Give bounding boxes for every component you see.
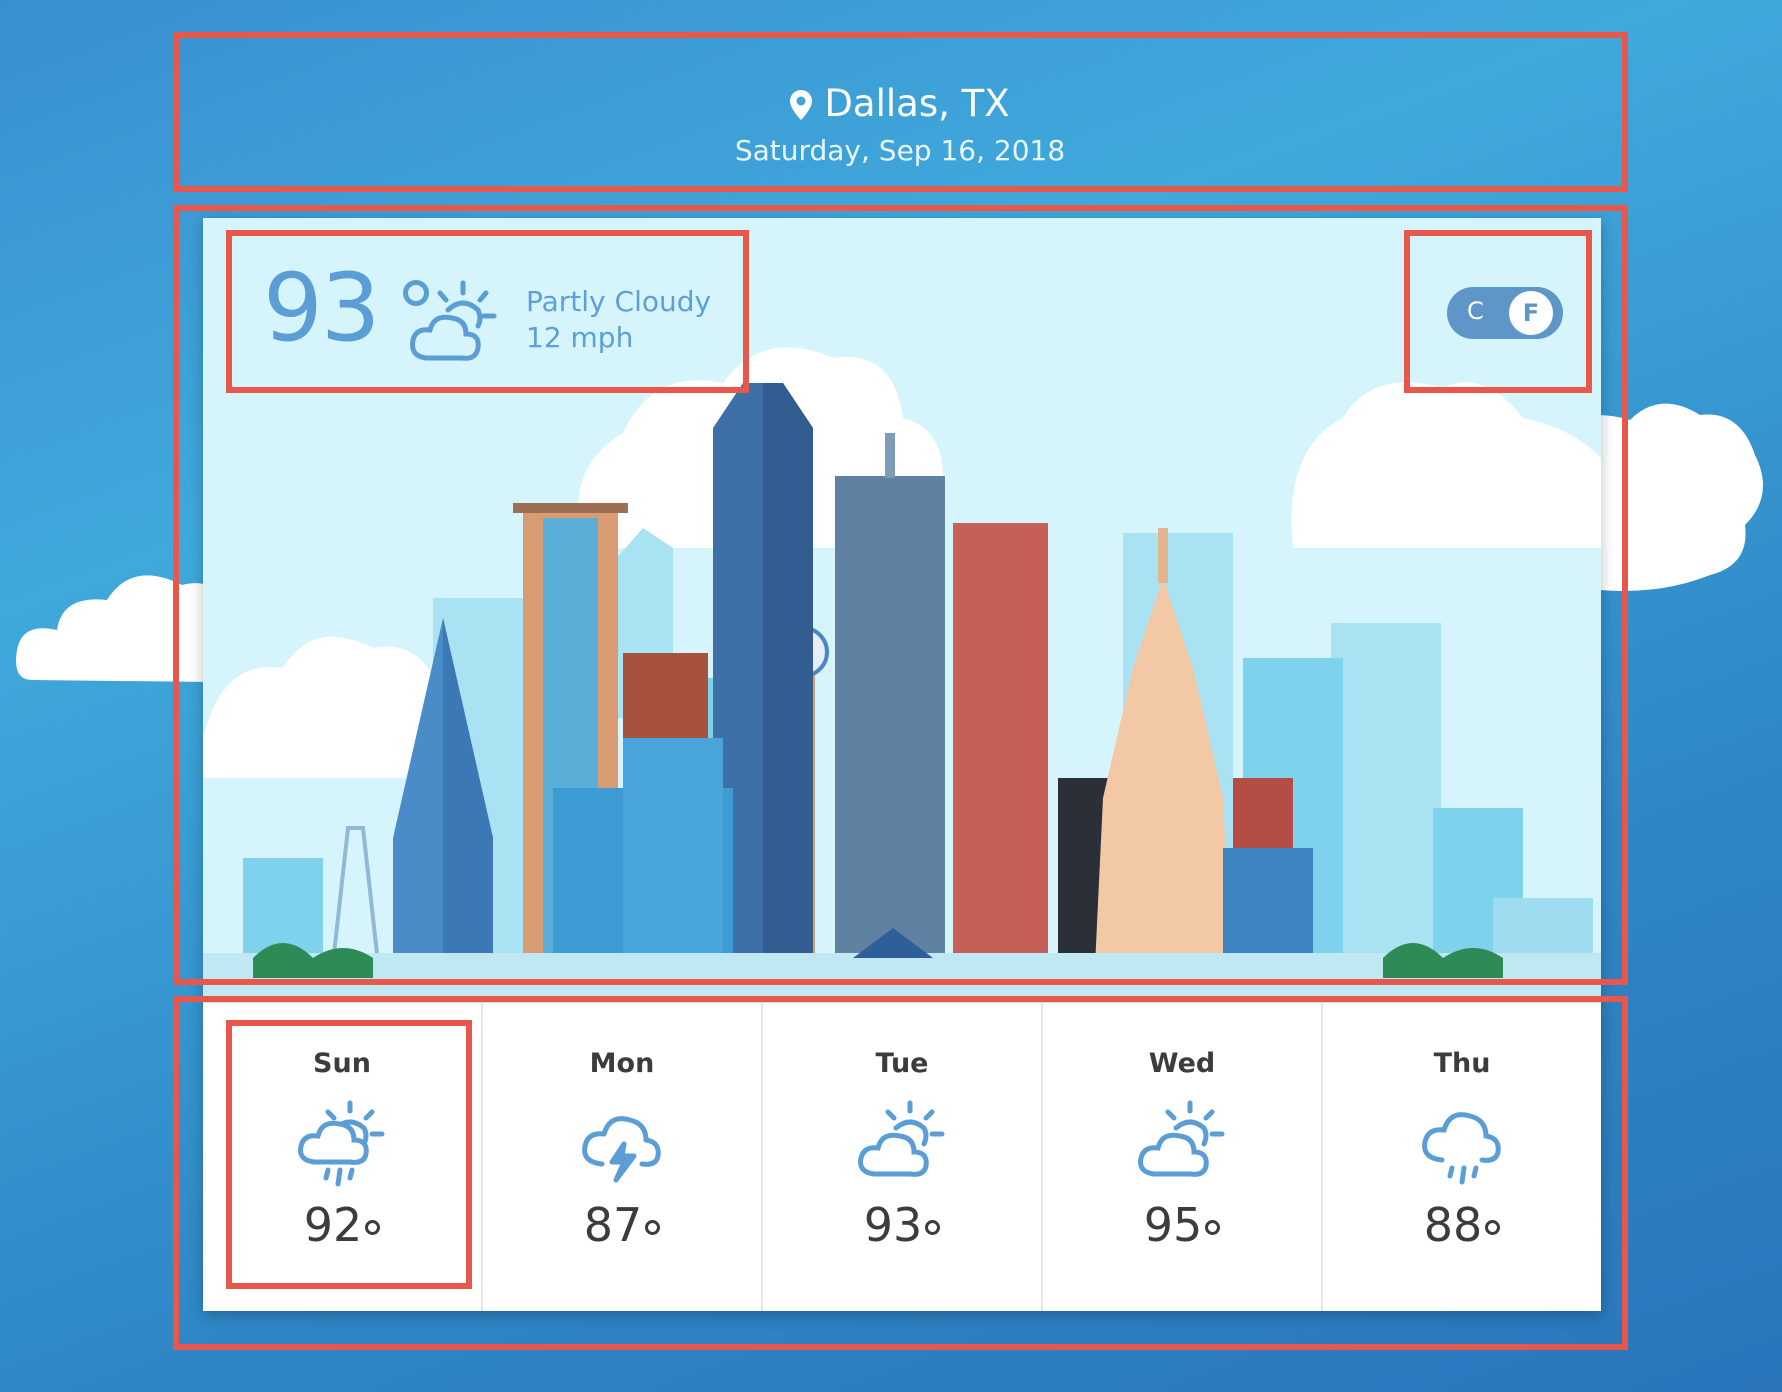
annotation-header-box — [173, 32, 1628, 192]
annotation-forecast-day-box — [226, 1020, 472, 1289]
annotation-unit-toggle-box — [1404, 230, 1592, 393]
annotation-current-weather-box — [226, 230, 749, 393]
